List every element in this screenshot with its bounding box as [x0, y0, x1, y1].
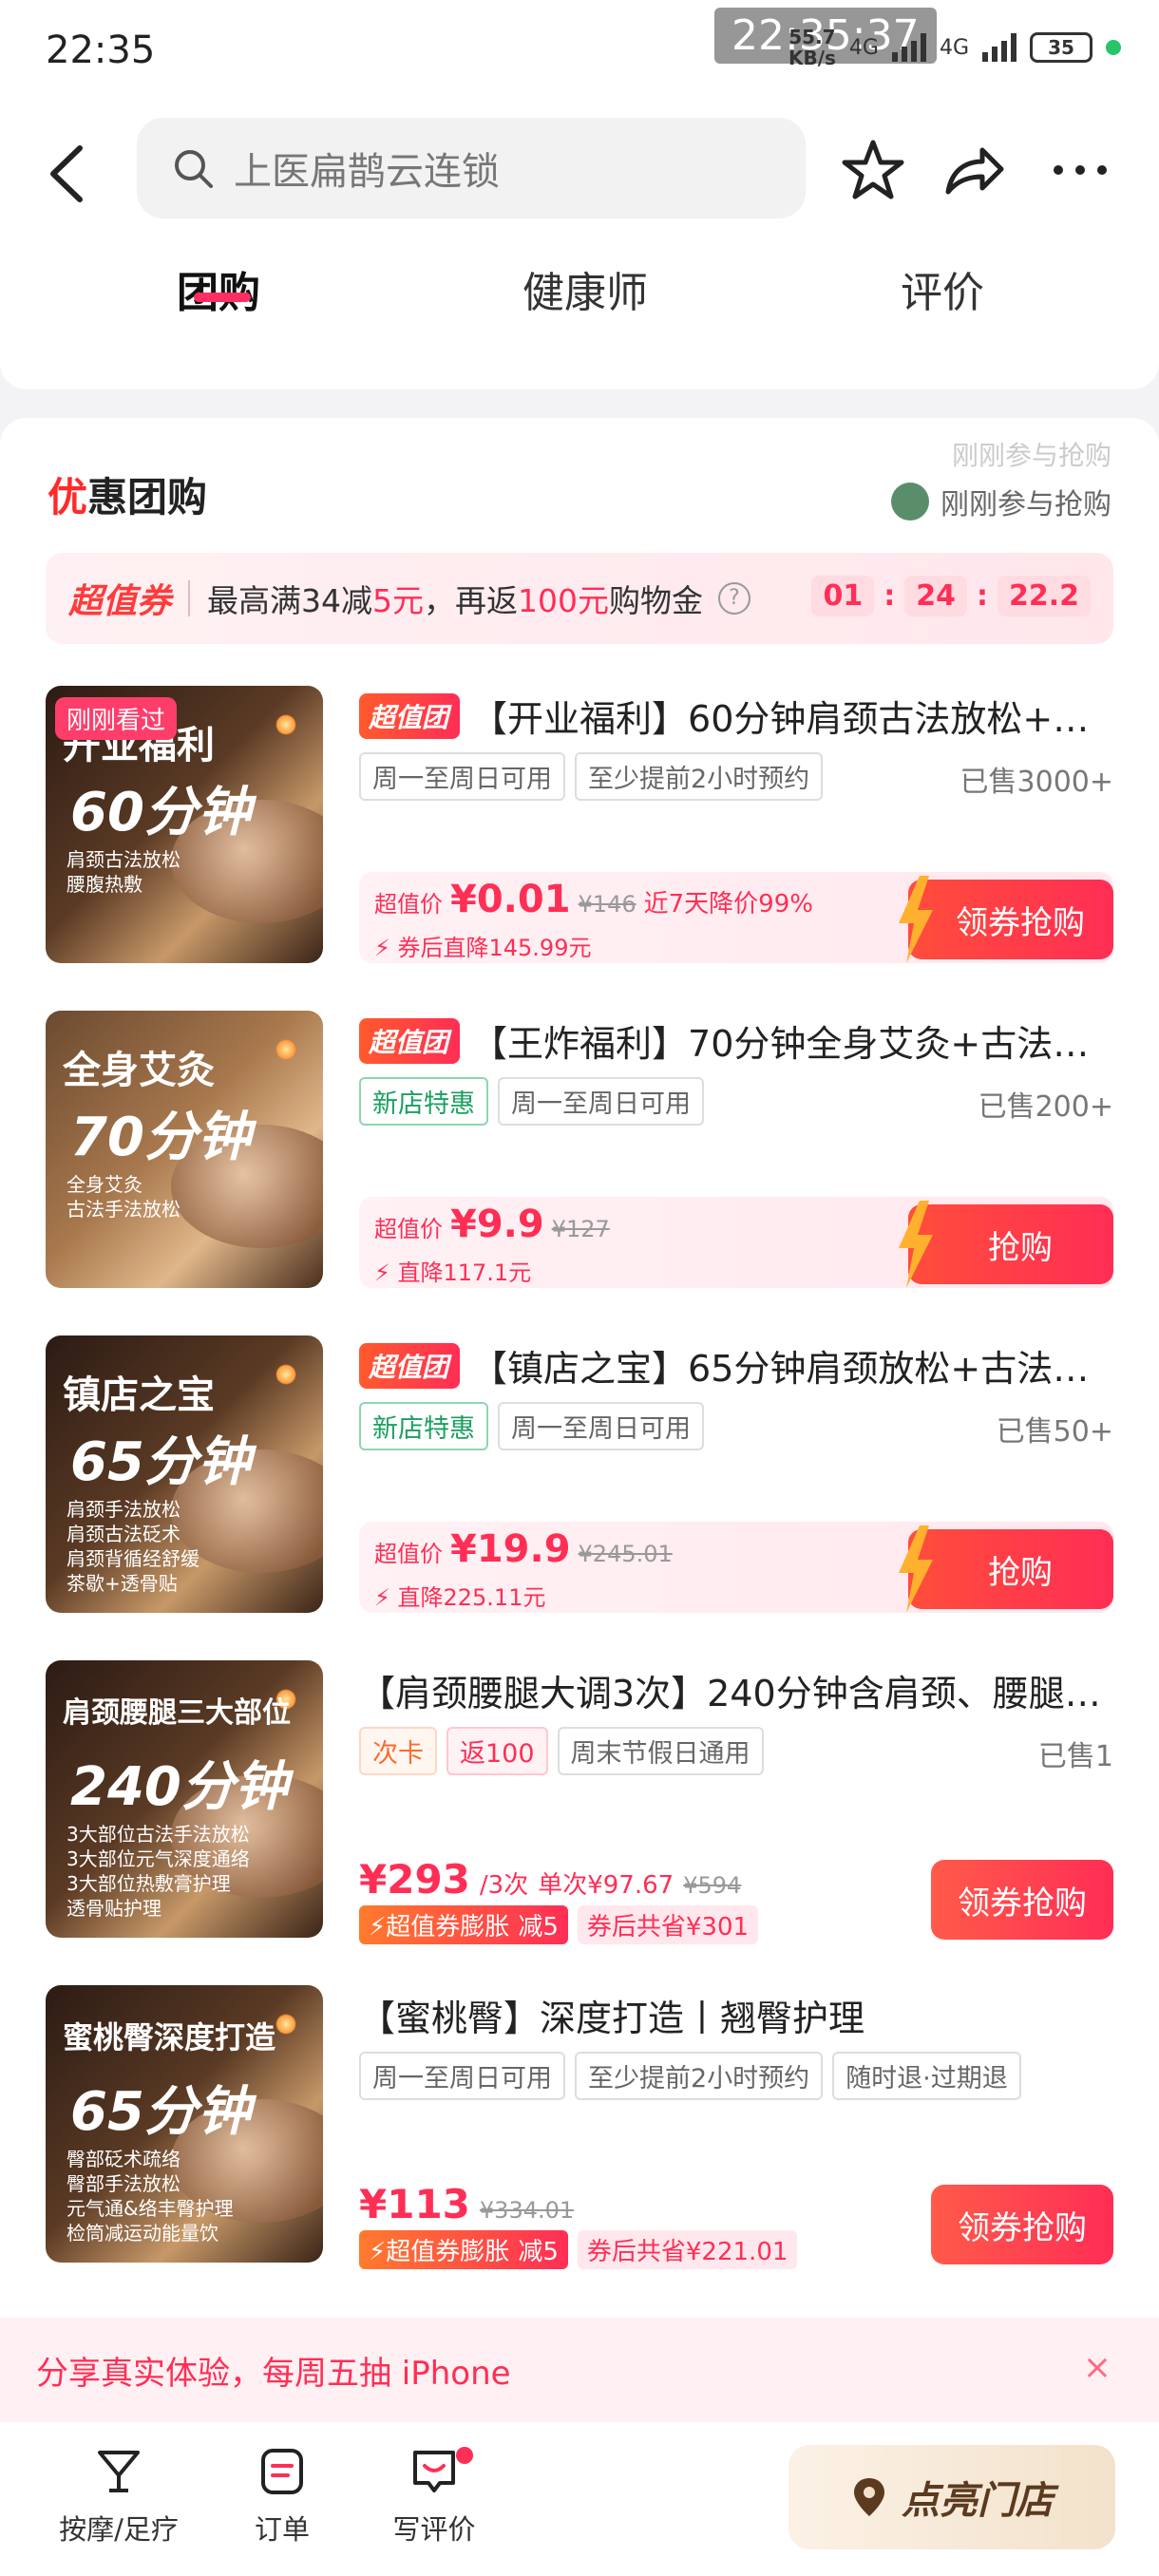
deal-title: 【肩颈腰腿大调3次】240分钟含肩颈、腰腿护理 [359, 1673, 1119, 1714]
tab-active-indicator [194, 293, 251, 302]
deal-tags: 周一至周日可用 至少提前2小时预约 随时退·过期退 [359, 2052, 1021, 2100]
tab-therapists[interactable]: 健康师 [522, 258, 648, 319]
close-icon[interactable]: × [1083, 2348, 1112, 2387]
bottom-nav: 按摩/足疗 订单 写评价 点亮门店 [0, 2422, 1159, 2576]
deal-thumbnail[interactable]: 镇店之宝 65分钟 肩颈手法放松 肩颈古法砭术 肩颈背循经舒缓 茶歇+透骨贴 [46, 1335, 323, 1613]
privacy-indicator-icon [1106, 40, 1121, 55]
share-text: 分享真实体验，每周五抽 iPhone [36, 2354, 511, 2393]
value-group-badge: 超值团 [359, 692, 461, 739]
deal-tags: 新店特惠 周一至周日可用 [359, 1402, 704, 1450]
divider [188, 580, 191, 616]
swell-coupon-badge: ⚡超值券膨胀 减5 [359, 1905, 568, 1944]
coupon-banner[interactable]: 超值券 最高满34减5元，再返100元购物金 ? 01: 24: 22.2 [46, 553, 1113, 644]
claim-buy-button[interactable]: 领券抢购 [931, 2185, 1113, 2264]
more-icon[interactable] [1047, 137, 1113, 203]
coupon-badge: 超值券 [68, 582, 172, 621]
help-icon[interactable]: ? [718, 582, 751, 615]
star-icon[interactable] [840, 137, 906, 203]
price-bar: 超值价 ¥19.9 ¥245.01 ⚡ 直降225.11元 抢购 [359, 1522, 1113, 1613]
sold-count: 已售50+ [996, 1415, 1113, 1449]
status-icons: 55.7 KB/s 4G 4G 35 [788, 27, 1121, 68]
deal-tags: 新店特惠 周一至周日可用 [359, 1077, 704, 1126]
claim-buy-button[interactable]: 领券抢购 [899, 876, 1113, 963]
tab-reviews[interactable]: 评价 [901, 258, 984, 319]
deal-tags: 周一至周日可用 至少提前2小时预约 [359, 752, 824, 801]
value-group-badge: 超值团 [359, 1017, 461, 1064]
network-speed: 55.7 KB/s [788, 26, 836, 69]
sold-count: 已售1 [1037, 1740, 1113, 1773]
group-buy-card: 优惠团购 刚刚参与抢购 刚刚参与抢购 超值券 最高满34减5元，再返100元购物… [0, 418, 1159, 2375]
cocktail-glass-icon [98, 2451, 140, 2492]
claim-buy-button[interactable]: 领券抢购 [931, 1860, 1113, 1940]
purchase-ticker: 刚刚参与抢购 [891, 481, 1112, 522]
value-group-badge: 超值团 [359, 1342, 461, 1389]
status-bar: 22:35 22:35:37 55.7 KB/s 4G 4G 35 [0, 0, 1159, 104]
status-time: 22:35 [46, 28, 156, 72]
top-header: 上医扁鹊云连锁 团购 健康师 评价 [0, 104, 1159, 389]
price-bar: 超值价 ¥9.9 ¥127 ⚡ 直降117.1元 抢购 [359, 1197, 1113, 1288]
lightning-icon [899, 1201, 933, 1288]
back-arrow-icon[interactable] [46, 142, 89, 205]
signal-icon-2 [982, 33, 1016, 62]
network-type-1: 4G [848, 35, 879, 60]
deal-item[interactable]: 开业福利 60分钟 肩颈古法放松 腰腹热敷 刚刚看过 超值团 【开业福利】60分钟肩… [46, 686, 1119, 967]
recently-viewed-tag: 刚刚看过 [55, 697, 178, 740]
swell-coupon-badge: ⚡超值券膨胀 减5 [359, 2230, 568, 2269]
search-bar[interactable]: 上医扁鹊云连锁 [137, 118, 806, 218]
deal-title: 【蜜桃臀】深度打造丨翘臀护理 [359, 1998, 865, 2039]
deal-item[interactable]: 镇店之宝 65分钟 肩颈手法放松 肩颈古法砭术 肩颈背循经舒缓 茶歇+透骨贴 超值团【… [46, 1335, 1119, 1617]
lightning-icon [899, 876, 933, 963]
tab-group-buy[interactable]: 团购 [177, 258, 260, 319]
sold-count: 已售200+ [978, 1090, 1113, 1124]
price-bar: 超值价 ¥0.01 ¥146 近7天降价99% ⚡ 券后直降145.99元 领券抢购 [359, 872, 1113, 963]
share-icon[interactable] [940, 137, 1007, 203]
review-smile-icon [413, 2451, 455, 2492]
order-icon [261, 2449, 303, 2494]
coupon-text: 最高满34减5元，再返100元购物金 [207, 582, 704, 619]
deal-title: 超值团 【镇店之宝】65分钟肩颈放松+古法砭术 [359, 1339, 1119, 1392]
deal-thumbnail[interactable]: 开业福利 60分钟 肩颈古法放松 腰腹热敷 刚刚看过 [46, 686, 323, 963]
sold-count: 已售3000+ [960, 766, 1113, 799]
price-row: ¥293/3次 单次¥97.67 ¥594 [359, 1856, 742, 1903]
notification-dot [456, 2447, 473, 2464]
nav-massage[interactable]: 按摩/足疗 [48, 2447, 190, 2548]
nav-orders[interactable]: 订单 [211, 2447, 353, 2548]
network-type-2: 4G [939, 35, 969, 60]
deal-item[interactable]: 全身艾灸 70分钟 全身艾灸 古法手法放松 超值团 【王炸福利】70分钟全身艾灸+古… [46, 1011, 1119, 1292]
deal-tags: 次卡 返100 周末节假日通用 [359, 1727, 764, 1775]
price-row: ¥113 ¥334.01 [359, 2181, 575, 2227]
section-title: 优惠团购 [48, 474, 208, 521]
deal-item[interactable]: 肩颈腰腿三大部位 240分钟 3大部位古法手法放松 3大部位元气深度通络 3大部位热… [46, 1660, 1119, 1944]
share-experience-banner[interactable]: 分享真实体验，每周五抽 iPhone × [0, 2318, 1159, 2422]
buy-button[interactable]: 抢购 [899, 1525, 1113, 1613]
battery-icon: 35 [1030, 32, 1092, 63]
deal-title: 超值团【开业福利】60分钟肩颈古法放松+腰腹热敷 [359, 690, 1119, 742]
avatar [891, 483, 929, 521]
deal-title: 超值团【王炸福利】70分钟全身艾灸+古法手法放松 [359, 1014, 1119, 1067]
ticker-previous: 刚刚参与抢购 [951, 440, 1112, 471]
lightning-icon [899, 1525, 933, 1613]
deal-item[interactable]: 蜜桃臀深度打造 65分钟 臀部砭术疏络 臀部手法放松 元气通&络丰臀护理 检筒减运动能… [46, 1985, 1113, 2269]
nav-write-review[interactable]: 写评价 [363, 2447, 505, 2548]
coupon-row: ⚡超值券膨胀 减5 券后共省¥221.01 [359, 2230, 798, 2269]
search-icon [175, 150, 213, 188]
coupon-row: ⚡超值券膨胀 减5 券后共省¥301 [359, 1905, 759, 1944]
deal-thumbnail[interactable]: 全身艾灸 70分钟 全身艾灸 古法手法放松 [46, 1011, 323, 1288]
light-up-store-button[interactable]: 点亮门店 [788, 2445, 1115, 2549]
search-text: 上医扁鹊云连锁 [234, 150, 500, 194]
location-pin-icon [854, 2478, 884, 2516]
deal-thumbnail[interactable]: 肩颈腰腿三大部位 240分钟 3大部位古法手法放松 3大部位元气深度通络 3大部位热… [46, 1660, 323, 1938]
buy-button[interactable]: 抢购 [899, 1201, 1113, 1288]
countdown-timer: 01: 24: 22.2 [811, 576, 1091, 616]
tab-bar: 团购 健康师 评价 [0, 247, 1159, 361]
signal-icon [891, 33, 926, 62]
deal-thumbnail[interactable]: 蜜桃臀深度打造 65分钟 臀部砭术疏络 臀部手法放松 元气通&络丰臀护理 检筒减运动能… [46, 1985, 323, 2263]
